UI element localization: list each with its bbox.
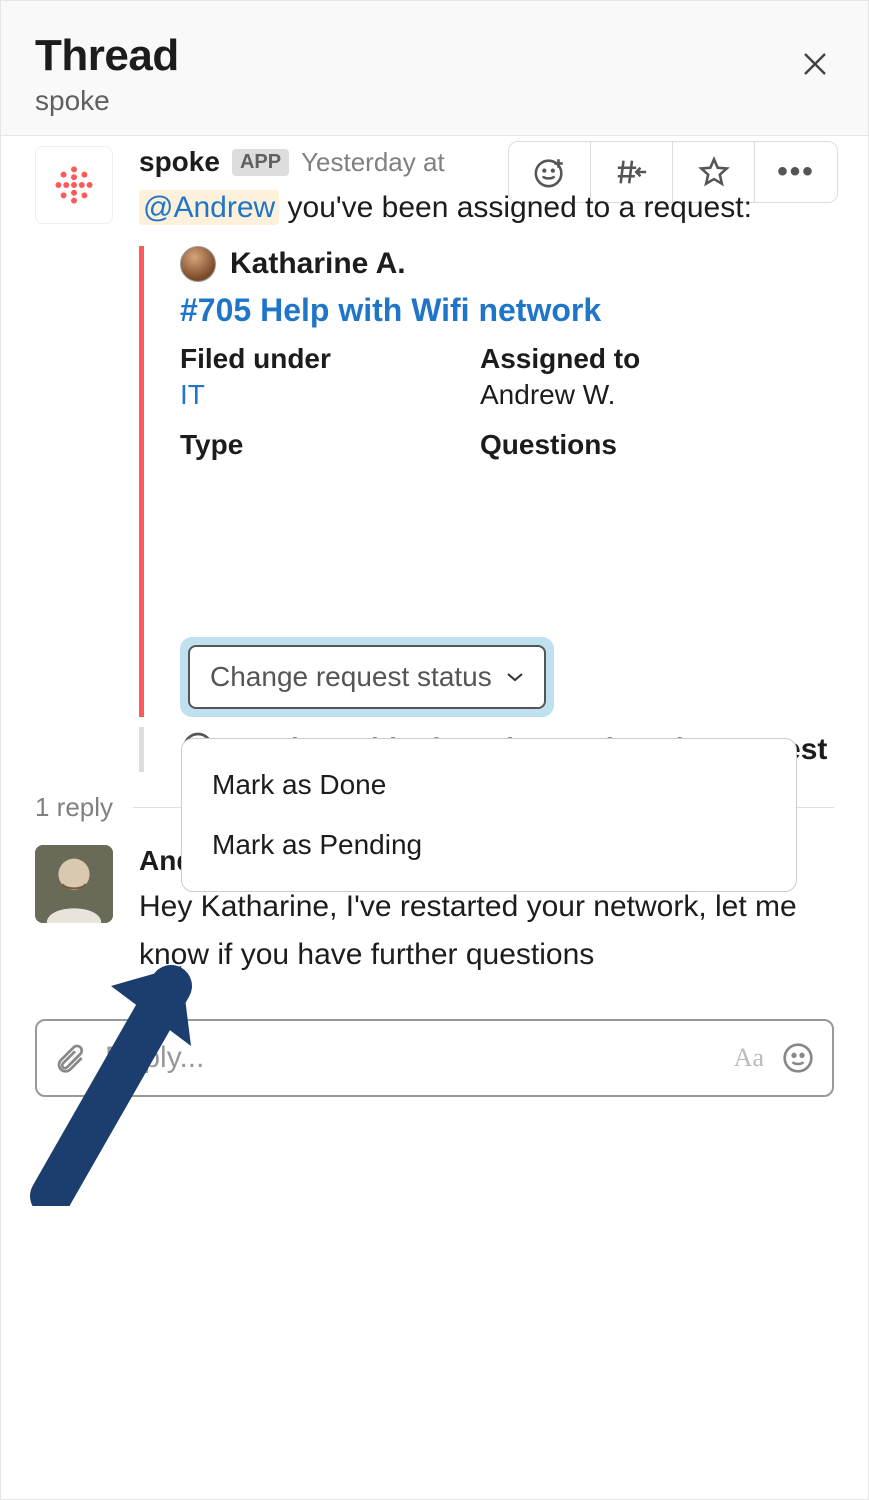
close-icon	[800, 49, 830, 79]
spoke-avatar	[35, 146, 113, 224]
format-icon[interactable]: Aa	[734, 1043, 764, 1073]
filed-under-value[interactable]: IT	[180, 379, 480, 411]
spoke-logo-icon	[48, 159, 100, 211]
assigned-text-rest: you've been assigned to a request:	[279, 191, 752, 224]
status-dropdown-menu: Mark as Done Mark as Pending	[181, 738, 797, 892]
change-status-button[interactable]: Change request status	[188, 645, 546, 709]
status-button-highlight: Change request status	[180, 637, 554, 717]
field-row-1: Filed under IT Assigned to Andrew W.	[180, 343, 834, 411]
change-status-label: Change request status	[210, 661, 492, 693]
sender-name: spoke	[139, 146, 220, 178]
emoji-icon[interactable]	[782, 1042, 814, 1074]
app-badge: APP	[232, 149, 289, 176]
channel-name: spoke	[35, 85, 179, 117]
assigned-to-col: Assigned to Andrew W.	[480, 343, 780, 411]
filed-under-col: Filed under IT	[180, 343, 480, 411]
message-header-row: spoke APP Yesterday at	[139, 146, 834, 178]
requester-name: Katharine A.	[230, 247, 406, 281]
chevron-down-icon	[506, 672, 524, 682]
message-timestamp: Yesterday at	[301, 147, 445, 178]
assigned-to-label: Assigned to	[480, 343, 780, 375]
avatar-placeholder-icon	[35, 845, 113, 923]
thread-header: Thread spoke	[1, 1, 868, 136]
ticket-link[interactable]: #705 Help with Wifi network	[180, 292, 834, 329]
reply-count: 1 reply	[35, 792, 113, 823]
questions-label: Questions	[480, 429, 780, 461]
filed-under-label: Filed under	[180, 343, 480, 375]
type-col: Type	[180, 429, 480, 461]
assigned-text: @Andrew you've been assigned to a reques…	[139, 184, 834, 232]
request-attachment: Katharine A. #705 Help with Wifi network…	[139, 246, 834, 717]
requester-row: Katharine A.	[180, 246, 834, 282]
thread-body: ••• sp	[1, 136, 868, 1499]
type-label: Type	[180, 429, 480, 461]
header-left: Thread spoke	[35, 31, 179, 117]
questions-col: Questions	[480, 429, 780, 461]
user-mention[interactable]: @Andrew	[139, 190, 279, 225]
field-row-2: Type Questions	[180, 429, 834, 461]
requester-avatar	[180, 246, 216, 282]
reply-avatar	[35, 845, 113, 923]
thread-title: Thread	[35, 31, 179, 81]
option-mark-done[interactable]: Mark as Done	[182, 755, 796, 815]
arrow-icon	[21, 926, 221, 1206]
assigned-to-value: Andrew W.	[480, 379, 780, 411]
bot-message: spoke APP Yesterday at @Andrew you've be…	[1, 136, 868, 772]
option-mark-pending[interactable]: Mark as Pending	[182, 815, 796, 875]
annotation-arrow	[21, 926, 221, 1211]
close-button[interactable]	[800, 31, 834, 85]
thread-panel: Thread spoke	[0, 0, 869, 1500]
message-content: spoke APP Yesterday at @Andrew you've be…	[139, 146, 834, 772]
reply-body: Hey Katharine, I've restarted your netwo…	[139, 883, 834, 979]
